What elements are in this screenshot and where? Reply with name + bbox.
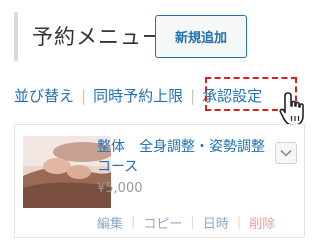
separator: | bbox=[190, 215, 195, 230]
page-header: 予約メニュー 新規追加 bbox=[14, 12, 314, 62]
header-accent-bar bbox=[14, 12, 18, 61]
copy-link[interactable]: コピー bbox=[143, 213, 182, 232]
expand-toggle-button[interactable] bbox=[275, 142, 297, 164]
concurrent-limit-link[interactable]: 同時予約上限 bbox=[93, 86, 183, 106]
separator: | bbox=[81, 87, 87, 105]
chevron-down-icon bbox=[280, 149, 292, 157]
card-actions: 編集 | コピー | 日時 | 削除 bbox=[97, 213, 275, 232]
edit-link[interactable]: 編集 bbox=[97, 213, 123, 232]
menu-card: 整体 全身調整・姿勢調整コース ¥5,000 編集 | コピー | 日時 | 削… bbox=[14, 124, 305, 238]
separator: | bbox=[131, 215, 136, 230]
separator: | bbox=[190, 87, 196, 105]
price: ¥5,000 bbox=[97, 181, 143, 196]
sort-link[interactable]: 並び替え bbox=[14, 86, 74, 106]
delete-link[interactable]: 削除 bbox=[249, 213, 275, 232]
separator: | bbox=[236, 215, 242, 230]
schedule-link[interactable]: 日時 bbox=[203, 213, 229, 232]
service-name[interactable]: 整体 全身調整・姿勢調整コース bbox=[97, 137, 272, 177]
page-title: 予約メニュー bbox=[32, 25, 164, 49]
add-new-button[interactable]: 新規追加 bbox=[155, 15, 247, 58]
